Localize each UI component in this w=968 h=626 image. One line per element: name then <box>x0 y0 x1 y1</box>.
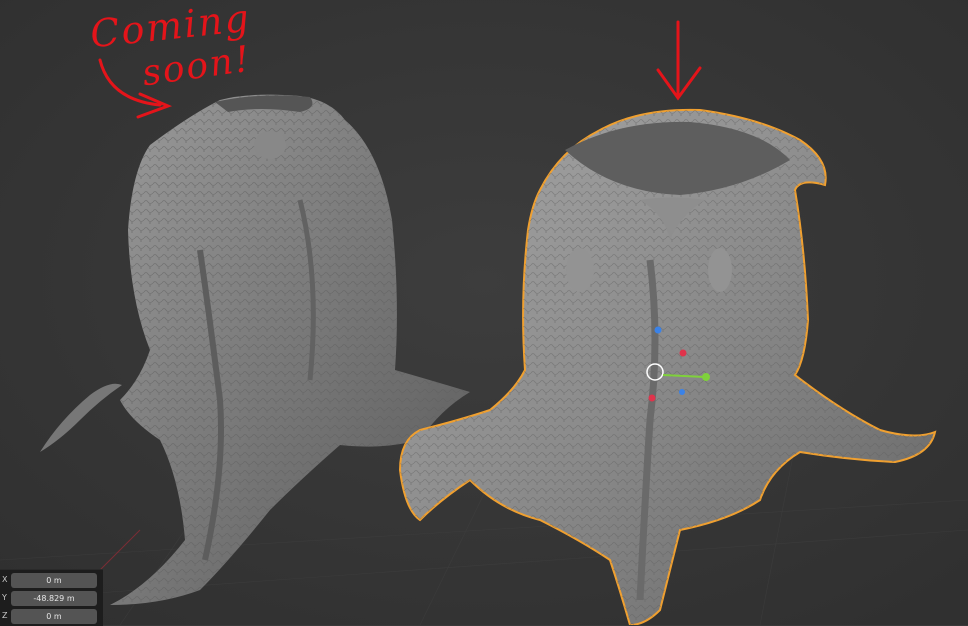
gizmo-y-handle[interactable] <box>702 373 710 381</box>
location-x-field[interactable]: 0 m <box>11 573 97 588</box>
location-x-row: X 0 m <box>0 572 103 589</box>
axis-label-x: X <box>2 575 8 584</box>
gizmo-x-handle[interactable] <box>679 349 687 357</box>
location-y-field[interactable]: -48.829 m <box>11 591 97 606</box>
location-y-row: Y -48.829 m <box>0 590 103 607</box>
gizmo-z-handle-neg[interactable] <box>679 389 685 395</box>
gizmo-z-handle[interactable] <box>654 326 662 334</box>
axis-label-y: Y <box>2 593 7 602</box>
location-z-field[interactable]: 0 m <box>11 609 97 624</box>
axis-label-z: Z <box>2 611 8 620</box>
location-z-row: Z 0 m <box>0 608 103 625</box>
gizmo-x-handle-neg[interactable] <box>648 394 656 402</box>
location-panel: X 0 m Y -48.829 m Z 0 m <box>0 569 103 626</box>
